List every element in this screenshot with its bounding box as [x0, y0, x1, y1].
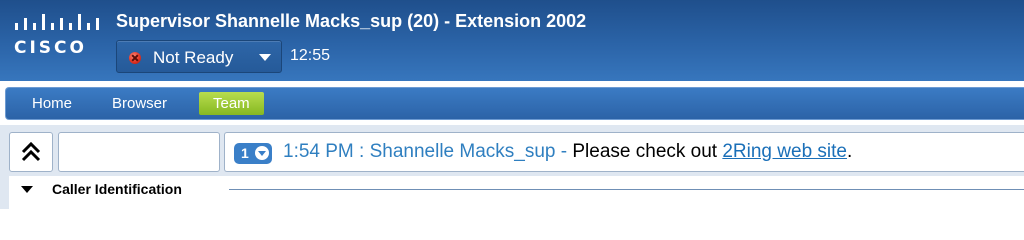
cisco-logo: CISCO [12, 12, 102, 64]
caller-identification-section: Caller Identification [9, 176, 1024, 209]
tab-home[interactable]: Home [21, 92, 83, 115]
cisco-logo-text: CISCO [14, 38, 87, 58]
team-message-bar: 1 1:54 PM : Shannelle Macks_sup - Please… [224, 132, 1024, 172]
page-title: Supervisor Shannelle Macks_sup (20) - Ex… [116, 11, 587, 31]
message-end: . [846, 141, 853, 162]
chevron-down-icon [259, 54, 271, 61]
tab-team[interactable]: Team [199, 92, 264, 115]
tab-browser[interactable]: Browser [101, 92, 178, 115]
not-ready-icon [129, 52, 141, 64]
caret-down-icon[interactable] [21, 186, 33, 193]
team-message: 1:54 PM : Shannelle Macks_sup - Please c… [283, 141, 852, 163]
collapse-header-button[interactable] [9, 132, 53, 172]
app-header: CISCO Supervisor Shannelle Macks_sup (20… [0, 0, 1024, 81]
message-meta: 1:54 PM : Shannelle Macks_sup - [283, 141, 573, 162]
state-timer: 12:55 [290, 47, 331, 64]
cisco-bars-icon [15, 14, 99, 30]
message-link[interactable]: 2Ring web site [722, 141, 847, 162]
double-chevron-up-icon [21, 142, 41, 162]
message-count: 1 [241, 145, 249, 161]
chevron-down-icon [255, 146, 269, 160]
section-title[interactable]: Caller Identification [52, 181, 182, 197]
message-body: Please check out [572, 141, 723, 162]
agent-state-dropdown[interactable]: Not Ready [116, 40, 282, 73]
nav-bar: Home Browser Team [5, 87, 1024, 120]
section-divider [229, 189, 1024, 190]
blank-panel [58, 132, 220, 172]
agent-state-label: Not Ready [153, 48, 234, 67]
message-count-button[interactable]: 1 [234, 143, 272, 164]
